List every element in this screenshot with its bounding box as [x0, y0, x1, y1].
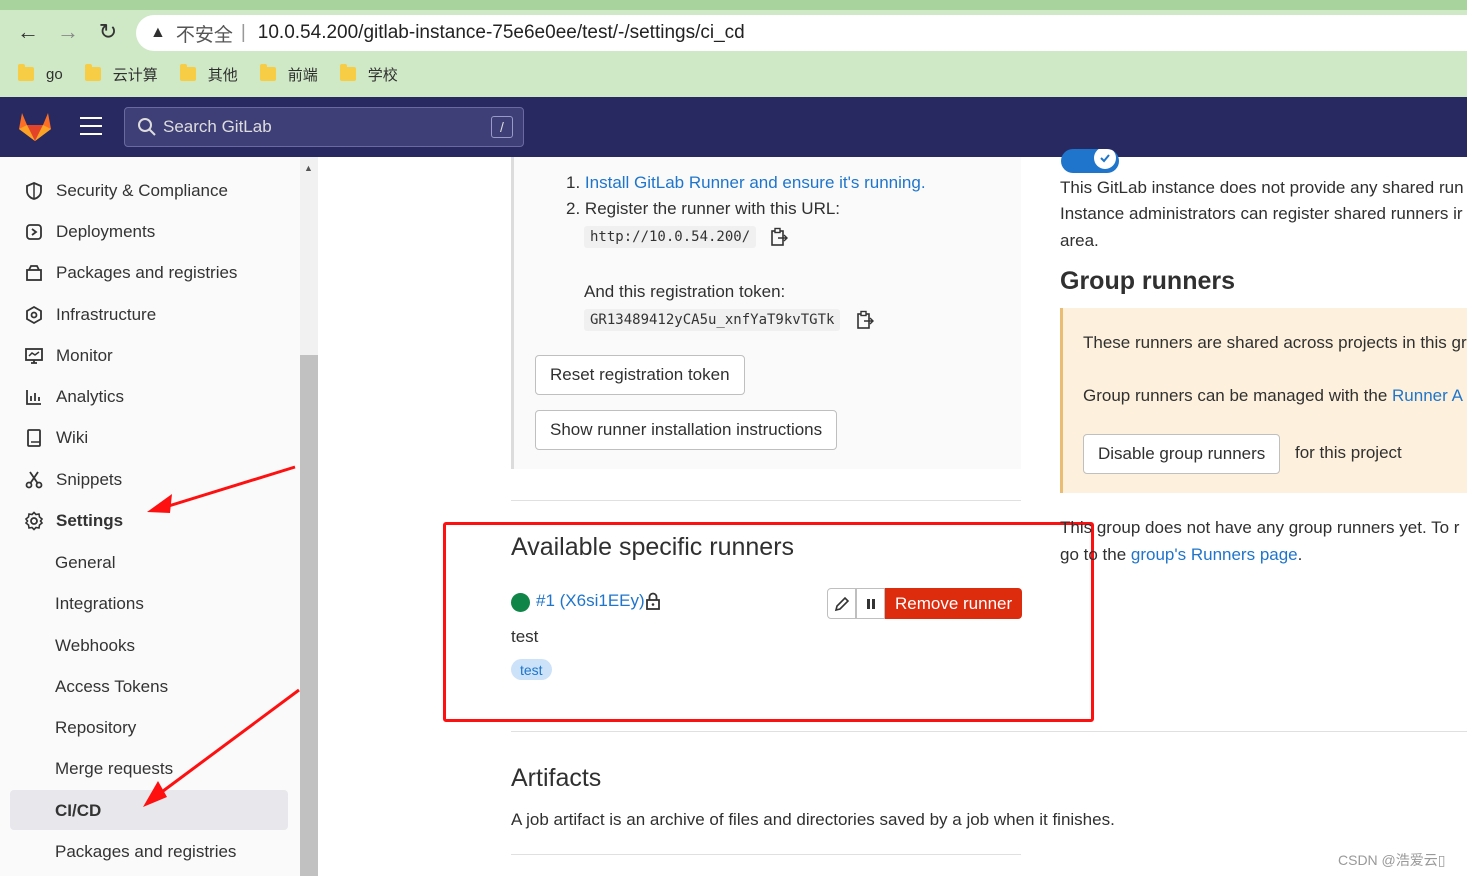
annotation-arrow-cicd	[154, 688, 300, 799]
watermark: CSDN @浩爱云▯	[1338, 852, 1446, 868]
annotation-arrows	[143, 465, 300, 807]
annotation-arrow-settings	[161, 465, 296, 510]
annotation-arrowhead-cicd	[143, 781, 167, 807]
annotation-arrowhead-settings	[147, 494, 172, 513]
